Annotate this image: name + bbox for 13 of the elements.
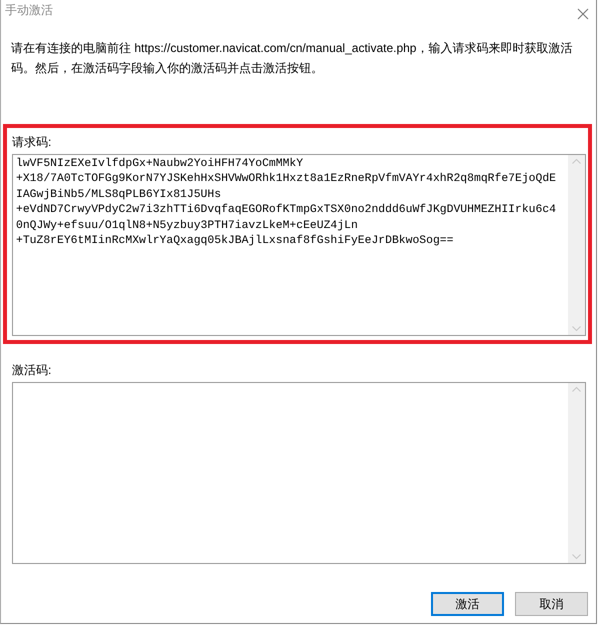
activate-button[interactable]: 激活 (431, 592, 504, 616)
field-label: 激活码: (12, 362, 52, 378)
scroll-down-icon (572, 326, 581, 331)
field-label: 请求码: (12, 134, 52, 150)
request-code-field[interactable]: lwVF5NIzEXeIvlfdpGx+Naubw2YoiHFH74YoCmMMkY +X18/7A0TcTOFGg9KorN7YJSKehHxSHVWwORhk1Hxzt8a1EzRneRpVfmVAYr4xhR2q8mqRfe7EjoQdE IAGwjBiNb5/MLS8qPLB6YIx81J5UHs +eVdND7CrwyVPdyC2w7i3zhTTi6DvqfaqEGORofKTmpGxTSX0no2nddd6uWfJKgDVUHMEZHIIrku6c4 0nQJWy+efsuu/O1qlN8+N5yzbuy3PTH7iavzLkeM+cEeUZ4jLn +TuZ8rEY6tMIinRcMXwlrYaQxagq05kJBAjlLxsnaf8fGshiFyEeJrDBkwoSog== (12, 154, 586, 336)
scroll-down-icon (572, 554, 581, 559)
activation-code-field[interactable] (12, 382, 586, 564)
scroll-up-icon (572, 387, 581, 392)
cancel-button[interactable]: 取消 (515, 592, 588, 616)
instruction-text: 请在有连接的电脑前往 https://customer.navicat.com/cn/manual_activate.php，输入请求码来即时获取激活码。然后，在激活码字段输入你的激活码并点击激活按钮。 (10, 40, 574, 77)
scroll-up-icon (572, 159, 581, 164)
close-icon (577, 8, 589, 20)
window-title: 手动激活 (5, 2, 53, 19)
